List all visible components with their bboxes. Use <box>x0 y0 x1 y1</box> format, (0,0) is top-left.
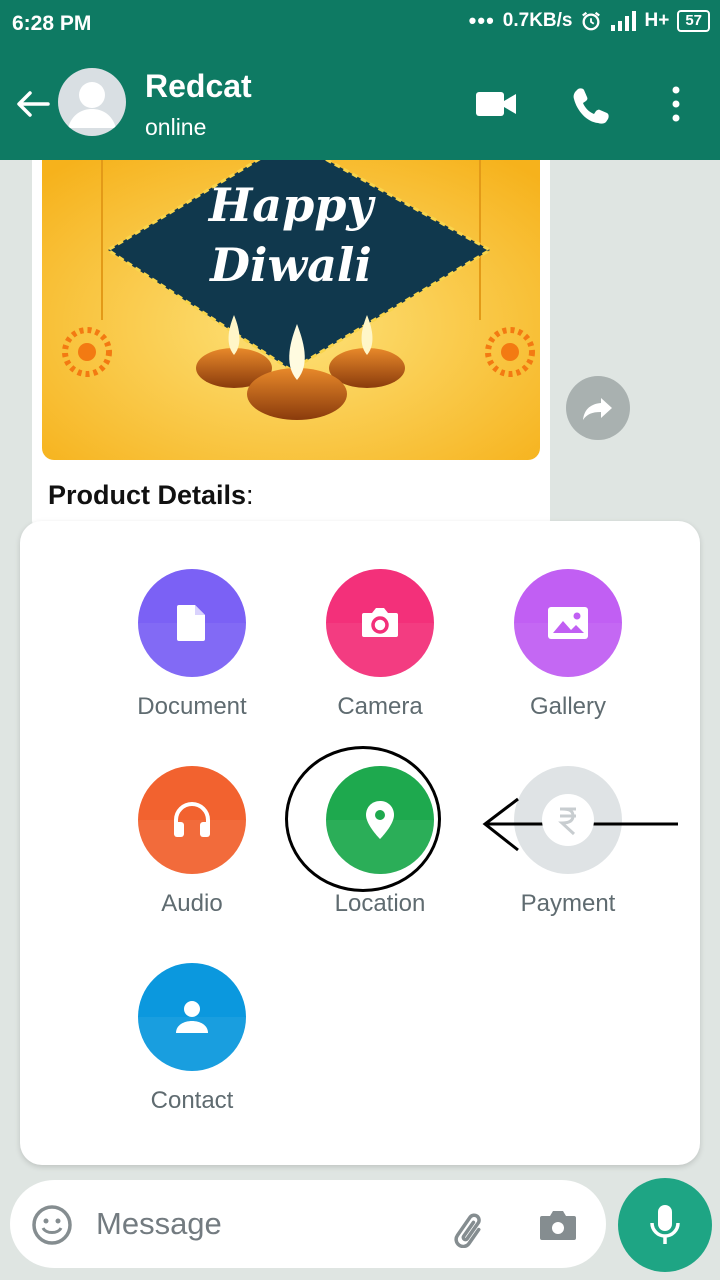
attach-document-button[interactable]: Document <box>112 569 272 721</box>
attach-camera-button[interactable]: Camera <box>300 569 460 721</box>
attach-contact-button[interactable]: Contact <box>112 963 272 1115</box>
attach-audio-button[interactable]: Audio <box>112 766 272 918</box>
location-pin-icon <box>366 801 394 839</box>
attachment-panel: Document Camera Gallery Audio Location P… <box>20 521 700 1165</box>
battery-icon: 57 <box>677 10 710 32</box>
avatar[interactable] <box>58 68 126 136</box>
camera-label: Camera <box>337 693 423 720</box>
chat-header: Redcat online <box>0 48 720 160</box>
status-time: 6:28 PM <box>12 12 92 35</box>
status-bar: 6:28 PM ••• 0.7KB/s H+ 57 <box>0 0 720 48</box>
product-details-colon: : <box>246 480 254 510</box>
network-speed: 0.7KB/s <box>502 10 573 31</box>
audio-label: Audio <box>161 890 223 917</box>
forward-arrow-icon <box>583 398 612 420</box>
gallery-circle[interactable] <box>514 569 622 677</box>
contact-label: Contact <box>150 1087 234 1114</box>
message-text: Product Details: <box>48 480 254 511</box>
document-circle[interactable] <box>138 569 246 677</box>
product-details-label: Product Details <box>48 480 247 510</box>
gallery-label: Gallery <box>529 693 607 720</box>
voice-record-button[interactable] <box>618 1178 712 1272</box>
alarm-icon <box>582 11 601 31</box>
forward-button[interactable] <box>566 376 630 440</box>
payment-label: Payment <box>520 890 616 917</box>
camera-circle[interactable] <box>326 569 434 677</box>
emoji-icon[interactable] <box>30 1203 74 1247</box>
document-icon <box>177 605 205 641</box>
diwali-image[interactable]: Happy Diwali <box>42 160 540 460</box>
more-options-icon[interactable] <box>654 84 698 124</box>
attachment-icon[interactable] <box>448 1204 492 1248</box>
location-label: Location <box>334 890 426 917</box>
rupee-icon <box>542 794 594 846</box>
voice-call-icon[interactable] <box>570 84 614 124</box>
microphone-icon <box>650 1205 680 1244</box>
network-type: H+ <box>644 10 670 31</box>
person-icon <box>176 1001 208 1033</box>
video-call-icon[interactable] <box>474 84 518 124</box>
default-avatar-icon <box>68 82 116 128</box>
attach-gallery-button[interactable]: Gallery <box>488 569 648 721</box>
message-input[interactable] <box>96 1200 426 1248</box>
contact-status: online <box>145 114 207 140</box>
signal-icon <box>611 11 637 31</box>
camera-shortcut-icon[interactable] <box>536 1204 580 1248</box>
contact-name[interactable]: Redcat <box>145 68 252 105</box>
audio-circle[interactable] <box>138 766 246 874</box>
message-input-bar <box>10 1180 606 1268</box>
headphones-icon <box>174 802 210 837</box>
contact-circle[interactable] <box>138 963 246 1071</box>
image-message[interactable]: Happy Diwali Product Details: <box>32 160 550 530</box>
document-label: Document <box>137 693 247 720</box>
notification-dots: ••• <box>468 8 495 33</box>
camera-icon <box>362 608 398 637</box>
gallery-icon <box>548 607 588 639</box>
image-greeting-line2: Diwali <box>210 238 372 292</box>
back-arrow-icon[interactable] <box>12 84 52 124</box>
image-greeting-line1: Happy <box>208 178 374 232</box>
status-indicators: ••• 0.7KB/s H+ 57 <box>469 10 710 32</box>
